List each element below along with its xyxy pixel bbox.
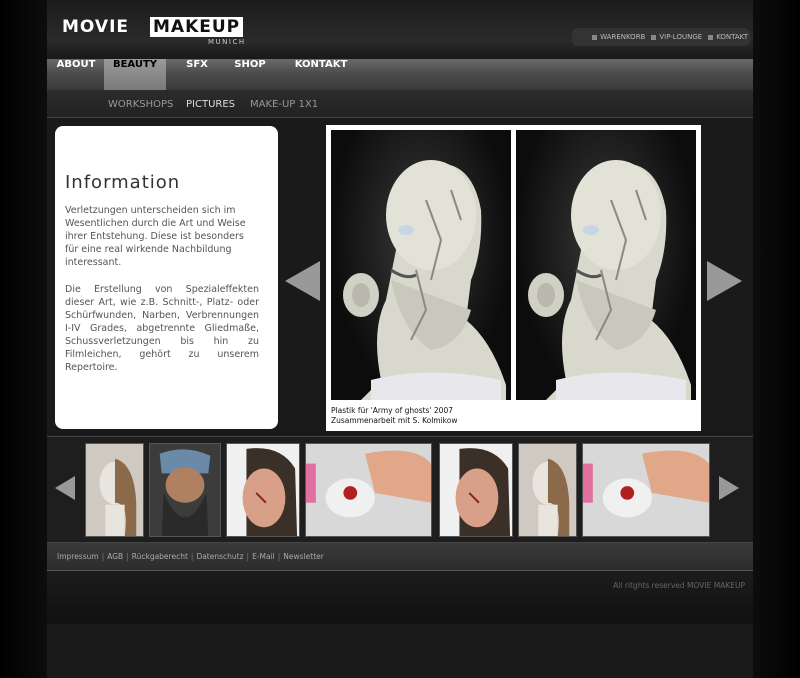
top-links: WARENKORB VIP-LOUNGE KONTAKT — [572, 28, 750, 46]
info-paragraph: Die Erstellung von Spezialeffekten diese… — [65, 284, 259, 373]
logo-subtitle: MUNICH — [208, 38, 246, 46]
arrow-left-icon[interactable] — [285, 261, 320, 301]
nav-item-kontakt[interactable]: KONTAKT — [287, 59, 355, 90]
thumbnail[interactable] — [149, 443, 221, 537]
logo-word-movie: MOVIE — [62, 17, 130, 37]
image-caption: Plastik für 'Army of ghosts' 2007 Zusamm… — [331, 406, 458, 426]
main-nav: ABOUT BEAUTY SFX SHOP KONTAKT — [47, 59, 753, 90]
subnav-item-make-up-1x1[interactable]: MAKE-UP 1X1 — [250, 99, 318, 110]
footer-bar: Impressum | AGB | Rückgaberecht | Datenschutz |… — [47, 543, 753, 571]
square-bullet-icon — [651, 34, 657, 40]
thumbnail[interactable] — [305, 443, 432, 537]
info-paragraph: Verletzungen unterscheiden sich im Wesen… — [65, 205, 246, 268]
nav-item-shop[interactable]: SHOP — [227, 59, 273, 90]
top-link-label: WARENKORB — [600, 33, 646, 41]
arrow-right-icon[interactable] — [719, 476, 739, 500]
subnav-item-pictures[interactable]: PICTURES — [186, 99, 235, 110]
caption-line: Zusammenarbeit mit S. Kolmikow — [331, 416, 458, 425]
sub-nav: WORKSHOPS PICTURES MAKE-UP 1X1 — [47, 90, 753, 118]
copyright: All ritghts reserved MOVIE MAKEUP — [613, 581, 745, 590]
square-bullet-icon — [592, 34, 598, 40]
footer-link-email[interactable]: E-Mail — [252, 552, 275, 561]
thumbnail[interactable] — [518, 443, 577, 537]
footer-links: Impressum | AGB | Rückgaberecht | Datenschutz |… — [57, 552, 324, 561]
left-shadow — [0, 0, 47, 678]
top-link-warenkorb[interactable]: WARENKORB — [592, 33, 645, 41]
subnav-item-workshops[interactable]: WORKSHOPS — [108, 99, 173, 110]
sculpture-photo[interactable] — [516, 130, 696, 400]
top-link-label: KONTAKT — [716, 33, 748, 41]
thumbnail[interactable] — [582, 443, 710, 537]
right-shadow — [753, 0, 800, 678]
thumbnail[interactable] — [85, 443, 144, 537]
footer-link-agb[interactable]: AGB — [107, 552, 123, 561]
sculpture-image — [343, 160, 506, 400]
sculpture-photo[interactable] — [331, 130, 511, 400]
thumbnail[interactable] — [439, 443, 513, 537]
nav-item-about[interactable]: ABOUT — [49, 59, 103, 90]
sculpture-image — [528, 160, 691, 400]
page-container: MOVIE MAKEUP MUNICH WARENKORB VIP-LOUNGE… — [47, 0, 753, 678]
footer-link-impressum[interactable]: Impressum — [57, 552, 99, 561]
top-link-label: VIP-LOUNGE — [659, 33, 703, 41]
footer-link-newsletter[interactable]: Newsletter — [283, 552, 324, 561]
footer-link-rueckgaberecht[interactable]: Rückgaberecht — [132, 552, 188, 561]
nav-item-sfx[interactable]: SFX — [177, 59, 217, 90]
thumbnail[interactable] — [226, 443, 300, 537]
footer-link-datenschutz[interactable]: Datenschutz — [196, 552, 243, 561]
top-link-vip-lounge[interactable]: VIP-LOUNGE — [651, 33, 702, 41]
main-image-frame: Plastik für 'Army of ghosts' 2007 Zusamm… — [326, 125, 701, 431]
square-bullet-icon — [708, 34, 714, 40]
nav-item-beauty[interactable]: BEAUTY — [104, 59, 166, 90]
arrow-right-icon[interactable] — [707, 261, 742, 301]
logo-word-makeup: MAKEUP — [150, 17, 244, 37]
info-box: Information Verletzungen unterscheiden s… — [55, 126, 278, 429]
top-link-kontakt[interactable]: KONTAKT — [708, 33, 748, 41]
bottom-bar: All ritghts reserved MOVIE MAKEUP — [47, 572, 753, 624]
caption-line: Plastik für 'Army of ghosts' 2007 — [331, 406, 453, 415]
arrow-left-icon[interactable] — [55, 476, 75, 500]
info-title: Information — [65, 172, 181, 193]
